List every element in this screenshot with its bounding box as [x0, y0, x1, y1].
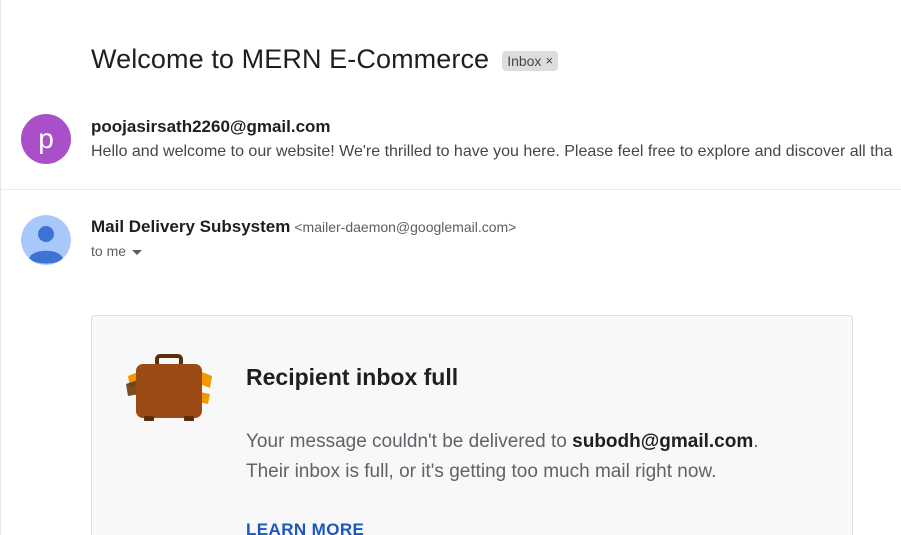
avatar[interactable] — [21, 215, 71, 265]
sender-name[interactable]: Mail Delivery Subsystem — [91, 217, 290, 237]
person-icon — [21, 215, 71, 265]
learn-more-link[interactable]: LEARN MORE — [246, 520, 364, 535]
notice-body-suffix: . — [753, 431, 759, 452]
message-sender[interactable]: poojasirsath2260@gmail.com — [91, 117, 331, 137]
message-snippet[interactable]: Hello and welcome to our website! We're … — [91, 143, 901, 161]
message-divider — [0, 189, 901, 190]
thread-subject: Welcome to MERN E-Commerce — [91, 44, 490, 74]
notice-body: Your message couldn't be delivered to su… — [246, 427, 826, 487]
subject-row: Welcome to MERN E-Commerce Inbox × — [91, 44, 559, 75]
avatar[interactable]: p — [21, 114, 71, 164]
recipients-toggle[interactable]: to me — [91, 243, 143, 259]
bounce-notice-card: Recipient inbox full Your message couldn… — [91, 315, 853, 535]
caret-down-icon — [132, 249, 143, 255]
message-sender-row: Mail Delivery Subsystem <mailer-daemon@g… — [91, 217, 516, 237]
notice-body-prefix: Your message couldn't be delivered to — [246, 431, 573, 452]
remove-label-icon[interactable]: × — [545, 53, 553, 68]
recipient-address: subodh@gmail.com — [572, 431, 754, 452]
inbox-label-chip[interactable]: Inbox × — [502, 50, 559, 71]
suitcase-icon — [126, 354, 212, 421]
email-thread-view: Welcome to MERN E-Commerce Inbox × p poo… — [0, 0, 901, 535]
notice-title: Recipient inbox full — [246, 364, 459, 390]
left-border — [0, 0, 1, 535]
avatar-letter: p — [38, 123, 54, 154]
recipients-label: to me — [91, 243, 127, 259]
notice-body-line2: Their inbox is full, or it's getting too… — [246, 461, 717, 482]
label-text: Inbox — [507, 52, 542, 69]
sender-email: <mailer-daemon@googlemail.com> — [294, 219, 517, 235]
